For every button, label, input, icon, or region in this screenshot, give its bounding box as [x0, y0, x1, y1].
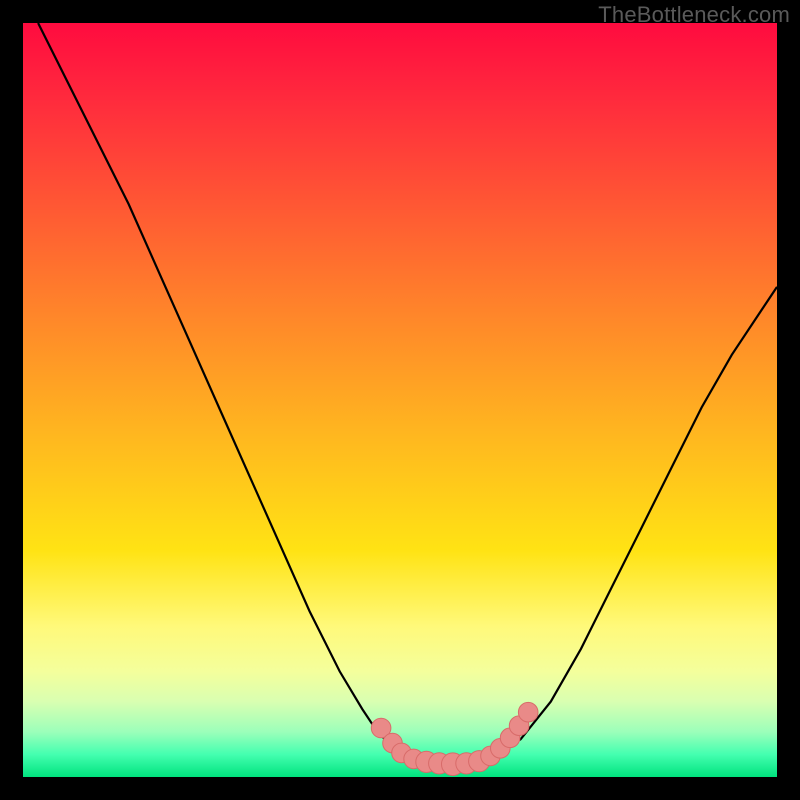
- curve-layer: [23, 23, 777, 777]
- valley-marker: [518, 702, 538, 722]
- watermark-text: TheBottleneck.com: [598, 2, 790, 28]
- curve-path: [38, 23, 777, 765]
- valley-markers: [371, 702, 538, 775]
- bottleneck-curve: [38, 23, 777, 765]
- chart-frame: TheBottleneck.com: [0, 0, 800, 800]
